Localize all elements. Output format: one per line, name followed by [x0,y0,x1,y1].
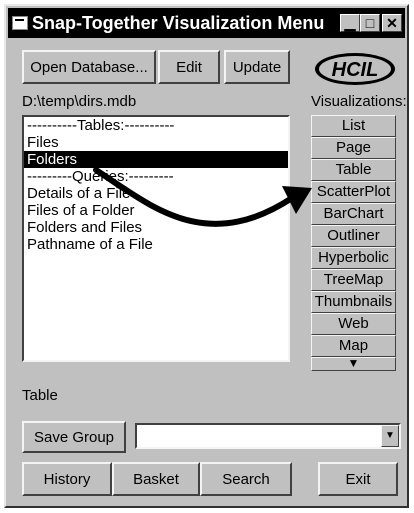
visualizations-label: Visualizations: [311,93,407,110]
save-group-button[interactable]: Save Group [22,421,126,453]
viz-list-button[interactable]: List [311,115,396,137]
hcil-logo-text: HCIL [332,59,379,81]
list-item-details-of-a-file[interactable]: Details of a File [24,185,288,202]
viz-web-button[interactable]: Web [311,313,396,335]
viz-barchart-button[interactable]: BarChart [311,203,396,225]
list-item-folders[interactable]: Folders [24,151,288,168]
chevron-down-icon[interactable]: ▼ [381,425,399,447]
maximize-button[interactable]: □ [360,14,380,32]
list-item-files[interactable]: Files [24,134,288,151]
update-button[interactable]: Update [224,50,290,84]
viz-treemap-button[interactable]: TreeMap [311,269,396,291]
viz-scatterplot-button[interactable]: ScatterPlot [311,181,396,203]
viz-table-button[interactable]: Table [311,159,396,181]
list-item-folders-and-files[interactable]: Folders and Files [24,219,288,236]
search-button[interactable]: Search [200,462,292,496]
viz-map-button[interactable]: Map [311,335,396,357]
viz-hyperbolic-button[interactable]: Hyperbolic [311,247,396,269]
title-bar[interactable]: Snap-Together Visualization Menu ▁ □ ✕ [8,8,405,38]
list-item-files-of-a-folder[interactable]: Files of a Folder [24,202,288,219]
list-item: ----------Tables:---------- [27,117,175,134]
viz-scroll-down-icon[interactable]: ▼ [311,357,396,371]
group-combo[interactable]: ▼ [135,423,401,449]
hcil-logo: HCIL [315,53,395,85]
history-button[interactable]: History [22,462,112,496]
viz-thumbnails-button[interactable]: Thumbnails [311,291,396,313]
list-item-pathname-of-a-file[interactable]: Pathname of a File [24,236,288,253]
close-button[interactable]: ✕ [382,14,402,32]
open-database-button[interactable]: Open Database... [22,50,156,84]
system-menu-icon[interactable] [12,16,28,30]
basket-button[interactable]: Basket [112,462,200,496]
exit-button[interactable]: Exit [318,462,398,496]
edit-button[interactable]: Edit [158,50,220,84]
visualizations-list: List Page Table ScatterPlot BarChart Out… [311,115,396,371]
status-text: Table [22,387,58,404]
tables-queries-list[interactable]: ----------Tables:---------- Files Folder… [22,115,290,362]
viz-outliner-button[interactable]: Outliner [311,225,396,247]
viz-page-button[interactable]: Page [311,137,396,159]
list-item: ---------Queries:--------- [27,168,174,185]
database-path: D:\temp\dirs.mdb [22,93,137,110]
window-title: Snap-Together Visualization Menu [32,13,325,33]
minimize-button[interactable]: ▁ [340,14,360,32]
